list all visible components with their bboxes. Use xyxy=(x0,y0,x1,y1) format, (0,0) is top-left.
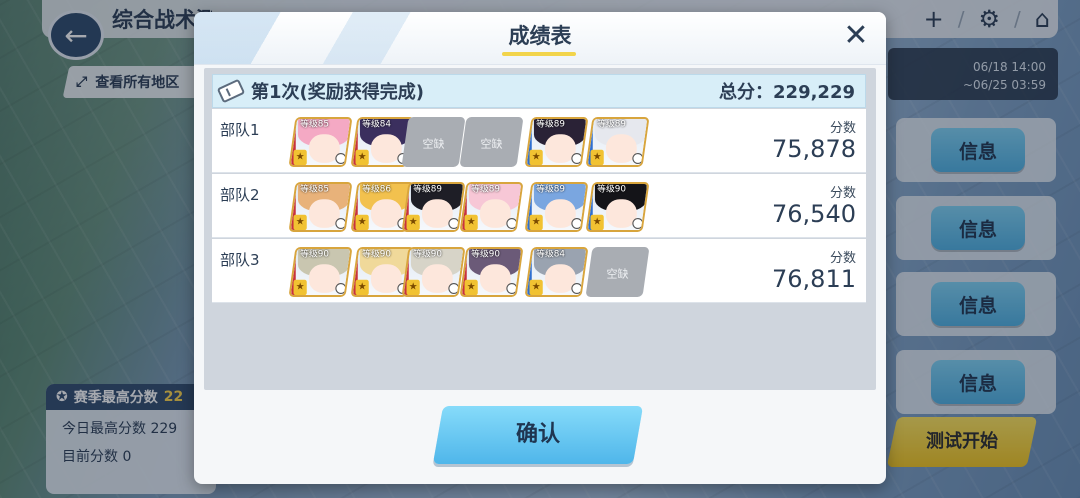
team-score: 76,811 xyxy=(772,265,856,293)
results-area: 第1次(奖励获得完成) 总分：229,229 部队1 等级85 ★ 等级84 ★ 空缺 空缺… xyxy=(204,68,876,390)
level-label: 等级90 xyxy=(300,248,329,259)
team-score: 76,540 xyxy=(772,200,856,228)
role-icon xyxy=(632,153,644,164)
student-portrait: 等级89 ★ xyxy=(401,182,466,232)
empty-slot: 空缺 xyxy=(401,117,466,167)
star-rank-icon: ★ xyxy=(529,279,543,296)
star-rank-icon: ★ xyxy=(293,149,307,166)
level-label: 等级86 xyxy=(362,183,391,194)
team-name: 部队1 xyxy=(220,121,260,139)
student-portrait: 等级90 ★ xyxy=(585,182,650,232)
team-row: 部队2 等级85 ★ 等级86 ★ 等级89 ★ 等级89 ★ 等级89 ★ 等级90 ★ 分数 76,54… xyxy=(212,174,866,238)
student-portrait: 等级90 ★ xyxy=(459,247,524,297)
team-name: 部队3 xyxy=(220,251,260,269)
student-portrait: 等级84 ★ xyxy=(524,247,589,297)
empty-slot-label: 空缺 xyxy=(606,268,629,281)
confirm-button[interactable]: 确认 xyxy=(432,406,644,464)
level-label: 等级89 xyxy=(471,183,500,194)
student-portrait: 等级90 ★ xyxy=(288,247,353,297)
star-rank-icon: ★ xyxy=(464,279,478,296)
level-label: 等级89 xyxy=(536,183,565,194)
dialog-header: 成绩表 ✕ xyxy=(194,12,886,65)
role-icon xyxy=(571,153,583,164)
team-row: 部队3 等级90 ★ 等级90 ★ 等级90 ★ 等级90 ★ 等级84 ★ 空缺 分数 76,811 xyxy=(212,239,866,303)
role-icon xyxy=(632,218,644,229)
team-score: 75,878 xyxy=(772,135,856,163)
star-rank-icon: ★ xyxy=(355,214,369,231)
role-icon xyxy=(335,153,347,164)
team-row: 部队1 等级85 ★ 等级84 ★ 空缺 空缺 等级89 ★ 等级89 ★ 分数 75,878 xyxy=(212,109,866,173)
level-label: 等级89 xyxy=(413,183,442,194)
level-label: 等级85 xyxy=(300,183,329,194)
student-portrait: 等级85 ★ xyxy=(288,117,353,167)
level-label: 等级84 xyxy=(536,248,565,259)
role-icon xyxy=(335,283,347,294)
star-rank-icon: ★ xyxy=(590,149,604,166)
level-label: 等级85 xyxy=(300,118,329,129)
empty-slot-label: 空缺 xyxy=(480,138,503,151)
student-portrait: 等级85 ★ xyxy=(288,182,353,232)
student-portrait: 等级89 ★ xyxy=(524,117,589,167)
attempt-label: 第1次(奖励获得完成) xyxy=(251,82,424,103)
empty-slot: 空缺 xyxy=(585,247,650,297)
star-rank-icon: ★ xyxy=(355,279,369,296)
title-underline xyxy=(502,52,576,56)
star-rank-icon: ★ xyxy=(293,279,307,296)
score-label: 分数 xyxy=(829,186,856,201)
empty-slot-label: 空缺 xyxy=(422,138,445,151)
level-label: 等级84 xyxy=(362,118,391,129)
ticket-icon xyxy=(216,78,246,104)
role-icon xyxy=(506,283,518,294)
confirm-label: 确认 xyxy=(515,422,560,447)
student-portrait: 等级89 ★ xyxy=(585,117,650,167)
star-rank-icon: ★ xyxy=(590,214,604,231)
score-label: 分数 xyxy=(829,121,856,136)
attempt-summary: 第1次(奖励获得完成) 总分：229,229 xyxy=(212,74,866,108)
student-portrait: 等级89 ★ xyxy=(524,182,589,232)
level-label: 等级89 xyxy=(597,118,626,129)
empty-slot: 空缺 xyxy=(459,117,524,167)
level-label: 等级90 xyxy=(413,248,442,259)
level-label: 等级90 xyxy=(362,248,391,259)
role-icon xyxy=(448,218,460,229)
role-icon xyxy=(335,218,347,229)
total-value: 229,229 xyxy=(773,82,855,103)
student-portrait: 等级90 ★ xyxy=(401,247,466,297)
star-rank-icon: ★ xyxy=(529,214,543,231)
result-dialog: 成绩表 ✕ 第1次(奖励获得完成) 总分：229,229 部队1 等级85 ★ 等级8… xyxy=(194,12,886,484)
star-rank-icon: ★ xyxy=(529,149,543,166)
total-score: 总分：229,229 xyxy=(719,78,855,104)
star-rank-icon: ★ xyxy=(464,214,478,231)
student-portrait: 等级89 ★ xyxy=(459,182,524,232)
level-label: 等级90 xyxy=(471,248,500,259)
level-label: 等级90 xyxy=(597,183,626,194)
close-icon[interactable]: ✕ xyxy=(840,20,872,52)
role-icon xyxy=(506,218,518,229)
dialog-title: 成绩表 xyxy=(508,24,572,48)
role-icon xyxy=(571,283,583,294)
role-icon xyxy=(448,283,460,294)
star-rank-icon: ★ xyxy=(355,149,369,166)
team-name: 部队2 xyxy=(220,186,260,204)
total-label: 总分： xyxy=(719,82,774,103)
role-icon xyxy=(571,218,583,229)
star-rank-icon: ★ xyxy=(293,214,307,231)
level-label: 等级89 xyxy=(536,118,565,129)
star-rank-icon: ★ xyxy=(406,279,420,296)
score-label: 分数 xyxy=(829,251,856,266)
star-rank-icon: ★ xyxy=(406,214,420,231)
